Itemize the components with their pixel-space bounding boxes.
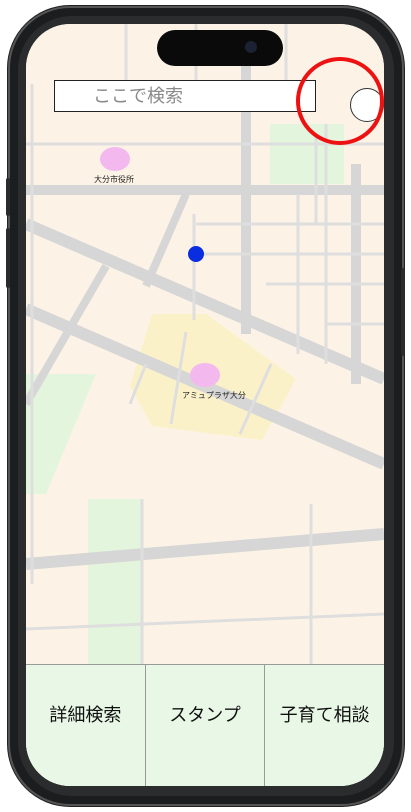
poi-label-city-hall: 大分市役所 xyxy=(94,175,134,184)
park-area xyxy=(270,124,344,184)
poi-label-amu-plaza: アミュプラザ大分 xyxy=(182,391,246,400)
search-box[interactable] xyxy=(54,80,316,112)
front-camera xyxy=(245,41,257,53)
volume-down-button xyxy=(6,228,10,288)
dynamic-island xyxy=(157,30,283,66)
search-input[interactable] xyxy=(55,81,315,111)
poi-marker-city-hall xyxy=(100,147,130,171)
current-location-dot-icon xyxy=(188,246,204,262)
parenting-consultation-button[interactable]: 子育て相談 xyxy=(265,665,384,786)
volume-up-button xyxy=(6,178,10,216)
advanced-search-button[interactable]: 詳細検索 xyxy=(26,665,146,786)
power-button xyxy=(401,268,405,356)
circle-button-icon[interactable] xyxy=(350,88,384,122)
device-frame: 大分市役所 アミュプラザ大分 詳細検索 スタンプ 子育て相談 xyxy=(0,0,411,812)
stamp-button[interactable]: スタンプ xyxy=(146,665,266,786)
bottom-nav: 詳細検索 スタンプ 子育て相談 xyxy=(26,664,384,786)
park-area xyxy=(88,499,142,664)
poi-marker-amu-plaza xyxy=(190,363,220,387)
app-screen: 大分市役所 アミュプラザ大分 詳細検索 スタンプ 子育て相談 xyxy=(26,24,384,786)
